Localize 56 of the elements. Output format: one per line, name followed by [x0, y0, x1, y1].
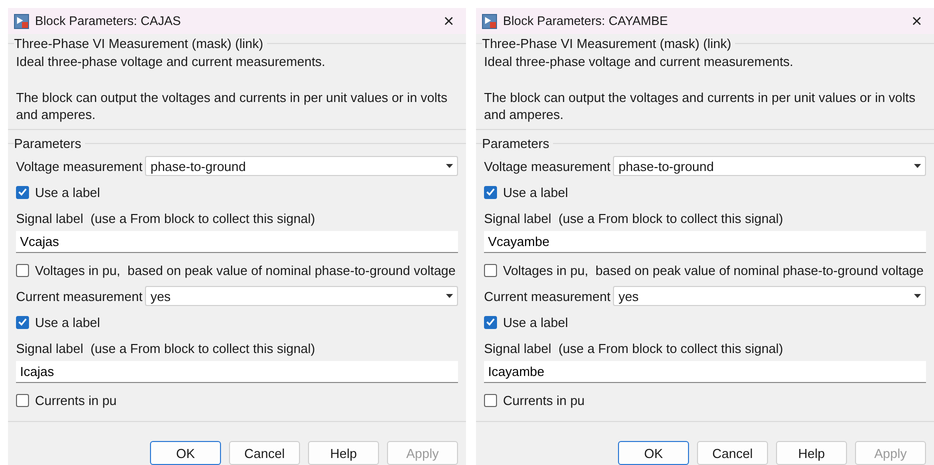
checkbox[interactable]	[484, 264, 497, 276]
dropdown[interactable]: phase-to-ground	[613, 156, 926, 176]
checkbox-label: Currents in pu	[35, 392, 117, 408]
caret-icon	[446, 164, 453, 168]
dialog-button[interactable]: Help	[776, 441, 847, 465]
field-label: Signal label (use a From block to collect this signal)	[484, 340, 784, 356]
checkbox-label: Currents in pu	[503, 392, 585, 408]
description-text: The block can output the voltages and currents in per unit values or in volts and amperes.	[16, 89, 448, 123]
group-title: Three-Phase VI Measurement (mask) (link)	[482, 36, 732, 51]
caret-icon	[914, 164, 921, 168]
group-title: Parameters	[14, 136, 82, 151]
group-title: Three-Phase VI Measurement (mask) (link)	[14, 36, 264, 51]
field-label: Current measurement	[484, 288, 610, 304]
dialog-button[interactable]: OK	[618, 441, 689, 465]
input-field[interactable]: Vcajas	[16, 231, 458, 253]
block-icon	[14, 14, 29, 28]
field-label: Current measurement	[16, 288, 142, 304]
field-label: Signal label (use a From block to collect this signal)	[484, 210, 784, 226]
input-field[interactable]: Icajas	[16, 361, 458, 383]
dialog-button[interactable]: OK	[150, 441, 221, 465]
checkbox-label: Voltages in pu, based on peak value of nominal phase-to-ground voltage	[35, 262, 456, 278]
checkbox-label: Use a label	[35, 184, 100, 200]
caret-icon	[446, 294, 453, 298]
checkbox-label: Use a label	[503, 184, 568, 200]
description-text: The block can output the voltages and currents in per unit values or in volts and amperes.	[484, 89, 916, 123]
checkbox[interactable]	[16, 264, 29, 276]
dropdown[interactable]: phase-to-ground	[145, 156, 458, 176]
dropdown[interactable]: yes	[613, 286, 926, 306]
dialog-button[interactable]: Cancel	[229, 441, 300, 465]
checkbox[interactable]	[484, 394, 497, 406]
group-title: Parameters	[482, 136, 550, 151]
field-label: Voltage measurement	[484, 158, 610, 174]
block-icon	[482, 14, 497, 28]
checkbox-label: Use a label	[503, 314, 568, 330]
checkbox[interactable]	[16, 316, 29, 328]
checkbox-label: Use a label	[35, 314, 100, 330]
checkbox[interactable]	[484, 186, 497, 198]
checkbox[interactable]	[16, 394, 29, 406]
close-button[interactable]: ×	[441, 12, 456, 30]
input-field[interactable]: Vcayambe	[484, 231, 926, 253]
field-label: Signal label (use a From block to collect this signal)	[16, 340, 316, 356]
field-label: Signal label (use a From block to collect this signal)	[16, 210, 316, 226]
caret-icon	[914, 294, 921, 298]
description-text: Ideal three-phase voltage and current measurements.	[484, 53, 794, 70]
checkbox-label: Voltages in pu, based on peak value of nominal phase-to-ground voltage	[503, 262, 924, 278]
checkbox[interactable]	[16, 186, 29, 198]
dialog-button[interactable]: Cancel	[697, 441, 768, 465]
dialog-button[interactable]: Help	[308, 441, 379, 465]
input-field[interactable]: Icayambe	[484, 361, 926, 383]
window-title: Block Parameters: CAYAMBE	[503, 14, 669, 28]
window-title: Block Parameters: CAJAS	[35, 14, 182, 28]
dropdown[interactable]: yes	[145, 286, 458, 306]
description-text: Ideal three-phase voltage and current measurements.	[16, 53, 326, 70]
close-button[interactable]: ×	[909, 12, 924, 30]
field-label: Voltage measurement	[16, 158, 142, 174]
checkbox[interactable]	[484, 316, 497, 328]
